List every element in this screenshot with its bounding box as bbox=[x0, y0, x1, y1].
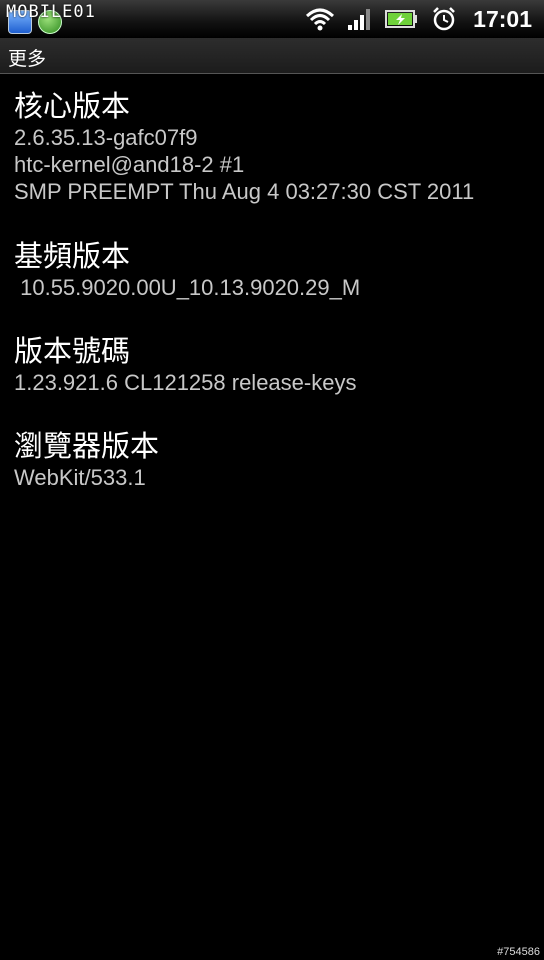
status-icons: 17:01 bbox=[305, 4, 532, 34]
watermark-logo: MOBILE01 bbox=[6, 2, 96, 22]
clock: 17:01 bbox=[473, 5, 532, 32]
title-bar: 更多 bbox=[0, 38, 544, 74]
browser-version-title: 瀏覽器版本 bbox=[14, 429, 160, 463]
baseband-version-value: 10.55.9020.00U_10.13.9020.29_M bbox=[14, 275, 361, 300]
build-number-title: 版本號碼 bbox=[14, 334, 131, 368]
browser-version-value: WebKit/533.1 bbox=[14, 465, 146, 490]
baseband-version-section: 基頻版本 10.55.9020.00U_10.13.9020.29_M bbox=[14, 238, 360, 301]
kernel-version-line: SMP PREEMPT Thu Aug 4 03:27:30 CST 2011 bbox=[14, 179, 475, 204]
browser-version-section: 瀏覽器版本 WebKit/533.1 bbox=[14, 428, 159, 491]
baseband-version-title: 基頻版本 bbox=[14, 239, 131, 273]
signal-icon bbox=[348, 9, 371, 30]
alarm-clock-icon bbox=[433, 7, 456, 31]
image-id-label: #754586 bbox=[497, 946, 540, 958]
build-number-value: 1.23.921.6 CL121258 release-keys bbox=[14, 370, 357, 395]
kernel-version-line: 2.6.35.13-gafc07f9 bbox=[14, 125, 198, 150]
page-title: 更多 bbox=[8, 48, 47, 70]
wifi-icon bbox=[306, 8, 335, 31]
status-bar: MOBILE01 17:01 bbox=[0, 0, 544, 38]
kernel-version-title: 核心版本 bbox=[14, 89, 131, 123]
kernel-version-section: 核心版本 2.6.35.13-gafc07f9 htc-kernel@and18… bbox=[14, 88, 474, 205]
kernel-version-line: htc-kernel@and18-2 #1 bbox=[14, 152, 245, 177]
battery-charging-icon bbox=[385, 10, 418, 28]
build-number-section: 版本號碼 1.23.921.6 CL121258 release-keys bbox=[14, 333, 356, 396]
